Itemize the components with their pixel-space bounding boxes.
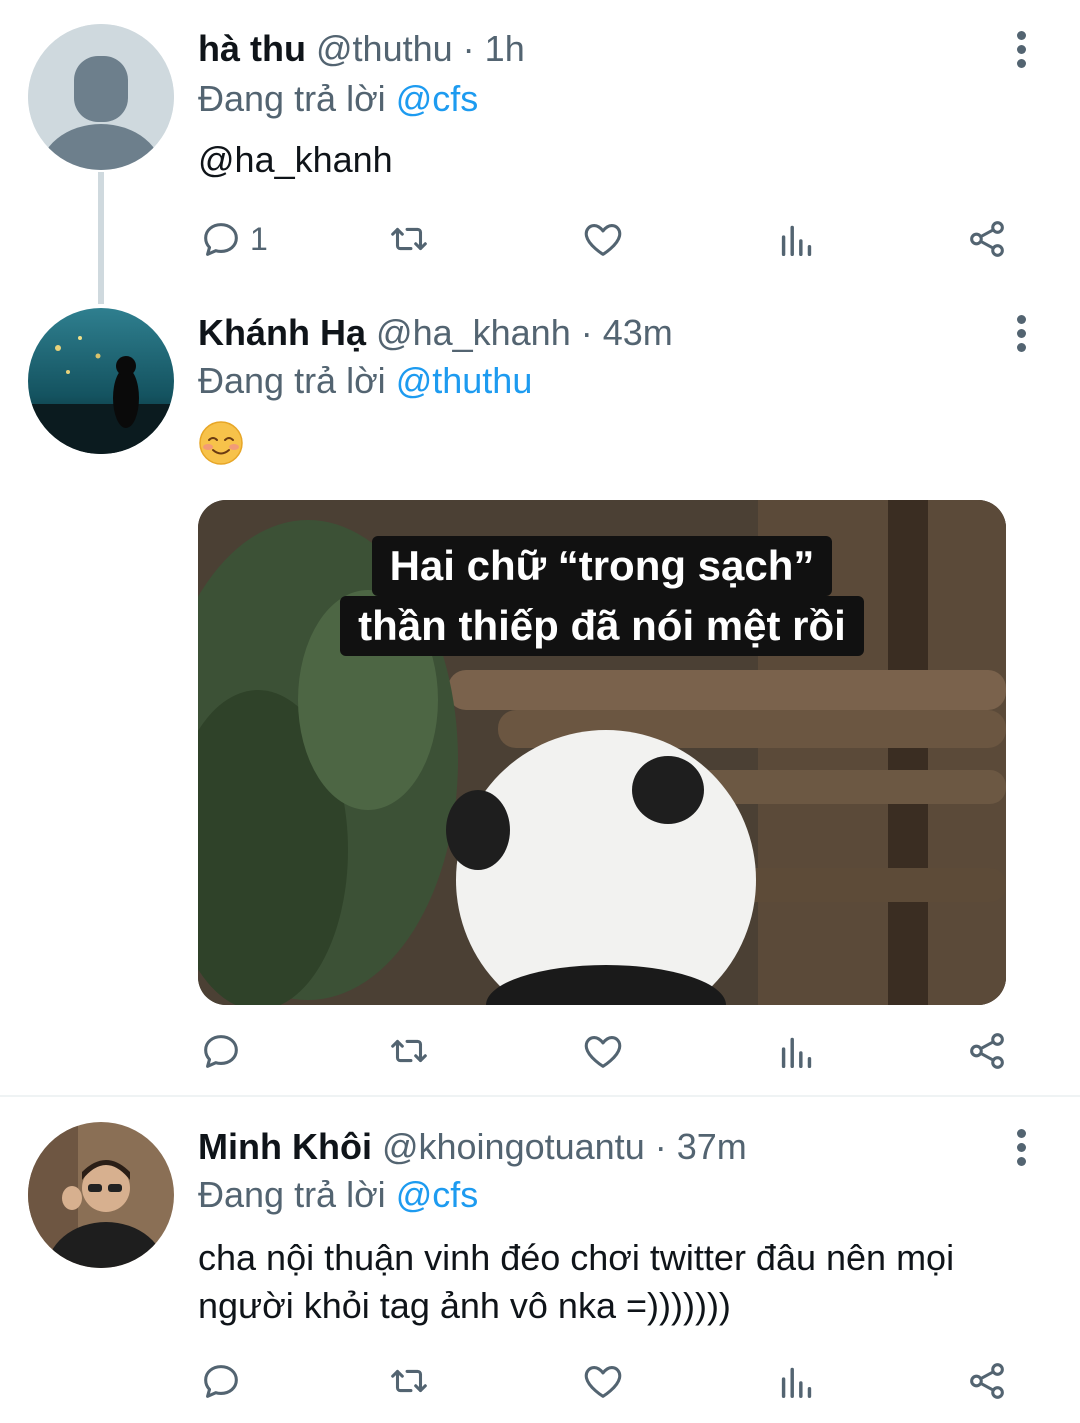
display-name[interactable]: Khánh Hạ xyxy=(198,312,366,353)
share-icon xyxy=(970,1033,1004,1069)
heart-icon xyxy=(584,1036,622,1068)
smiling-emoji: ☺️ xyxy=(198,420,244,466)
reply-icon xyxy=(204,1035,238,1068)
avatar-default[interactable] xyxy=(28,24,174,170)
views-button[interactable] xyxy=(774,1356,820,1406)
tweet-text-line-1: cha nội thuận vinh đéo chơi twitter đâu … xyxy=(198,1237,955,1278)
like-button[interactable] xyxy=(580,214,626,264)
reply-mention[interactable]: @cfs xyxy=(396,78,479,119)
reply-context: Đang trả lời @cfs xyxy=(198,1170,478,1220)
tweet-text[interactable]: @ha_khanh xyxy=(198,136,1048,184)
reply-mention[interactable]: @cfs xyxy=(396,1174,479,1215)
reply-button[interactable]: 1 xyxy=(198,214,268,264)
share-button[interactable] xyxy=(964,1026,1010,1076)
reply-context: Đang trả lời @thuthu xyxy=(198,356,532,406)
retweet-button[interactable] xyxy=(386,214,432,264)
tweet-header: hà thu @thuthu · 1h xyxy=(198,24,525,74)
thread-line xyxy=(98,172,104,304)
heart-icon xyxy=(584,1366,622,1398)
share-icon xyxy=(970,221,1004,257)
user-handle[interactable]: @thuthu xyxy=(316,28,453,69)
analytics-icon xyxy=(781,1037,812,1069)
retweet-button[interactable] xyxy=(386,1026,432,1076)
display-name[interactable]: hà thu xyxy=(198,28,306,69)
user-handle[interactable]: @khoingotuantu xyxy=(382,1126,645,1167)
avatar-aquarium[interactable] xyxy=(28,308,174,454)
reply-count: 1 xyxy=(250,220,268,257)
separator-dot: · xyxy=(580,312,593,353)
tweet-text: cha nội thuận vinh đéo chơi twitter đâu … xyxy=(198,1234,1048,1330)
tweet-1[interactable]: hà thu @thuthu · 1h Đang trả lời @cfs @h… xyxy=(0,0,1080,304)
retweet-icon xyxy=(391,227,427,251)
tweet-header: Minh Khôi @khoingotuantu · 37m xyxy=(198,1122,747,1172)
action-bar xyxy=(198,1356,1018,1406)
views-button[interactable] xyxy=(774,214,820,264)
reply-icon xyxy=(204,1365,238,1398)
retweet-icon xyxy=(391,1369,427,1393)
more-vertical-icon[interactable] xyxy=(1004,24,1038,74)
reply-mention[interactable]: @thuthu xyxy=(396,360,533,401)
separator-dot: · xyxy=(654,1126,667,1167)
reply-prefix: Đang trả lời xyxy=(198,1174,386,1215)
reply-prefix: Đang trả lời xyxy=(198,78,386,119)
more-vertical-icon[interactable] xyxy=(1004,1122,1038,1172)
action-bar xyxy=(198,1026,1018,1076)
tweet-media-image[interactable]: Hai chữ “trong sạch” thần thiếp đã nói m… xyxy=(198,500,1006,1005)
display-name[interactable]: Minh Khôi xyxy=(198,1126,372,1167)
analytics-icon xyxy=(781,225,812,257)
timestamp[interactable]: 37m xyxy=(677,1126,747,1167)
mention-link[interactable]: @ha_khanh xyxy=(198,139,393,180)
retweet-button[interactable] xyxy=(386,1356,432,1406)
reply-prefix: Đang trả lời xyxy=(198,360,386,401)
action-bar: 1 xyxy=(198,214,1018,264)
timestamp[interactable]: 43m xyxy=(603,312,673,353)
tweet-text-line-2: người khỏi tag ảnh vô nka =))))))) xyxy=(198,1285,731,1326)
reply-button[interactable] xyxy=(198,1356,244,1406)
analytics-icon xyxy=(781,1367,812,1399)
reply-context: Đang trả lời @cfs xyxy=(198,74,478,124)
share-icon xyxy=(970,1363,1004,1399)
user-handle[interactable]: @ha_khanh xyxy=(376,312,571,353)
tweet-header: Khánh Hạ @ha_khanh · 43m xyxy=(198,308,673,358)
like-button[interactable] xyxy=(580,1026,626,1076)
share-button[interactable] xyxy=(964,214,1010,264)
share-button[interactable] xyxy=(964,1356,1010,1406)
reply-button[interactable] xyxy=(198,1026,244,1076)
views-button[interactable] xyxy=(774,1026,820,1076)
caption-line-2: thần thiếp đã nói mệt rồi xyxy=(340,596,864,656)
retweet-icon xyxy=(391,1039,427,1063)
avatar-user-photo[interactable] xyxy=(28,1122,174,1268)
reply-icon xyxy=(204,223,238,256)
more-vertical-icon[interactable] xyxy=(1004,308,1038,358)
like-button[interactable] xyxy=(580,1356,626,1406)
timestamp[interactable]: 1h xyxy=(485,28,525,69)
heart-icon xyxy=(584,224,622,256)
separator-dot: · xyxy=(462,28,475,69)
media-caption: Hai chữ “trong sạch” thần thiếp đã nói m… xyxy=(198,536,1006,656)
caption-line-1: Hai chữ “trong sạch” xyxy=(371,536,833,596)
